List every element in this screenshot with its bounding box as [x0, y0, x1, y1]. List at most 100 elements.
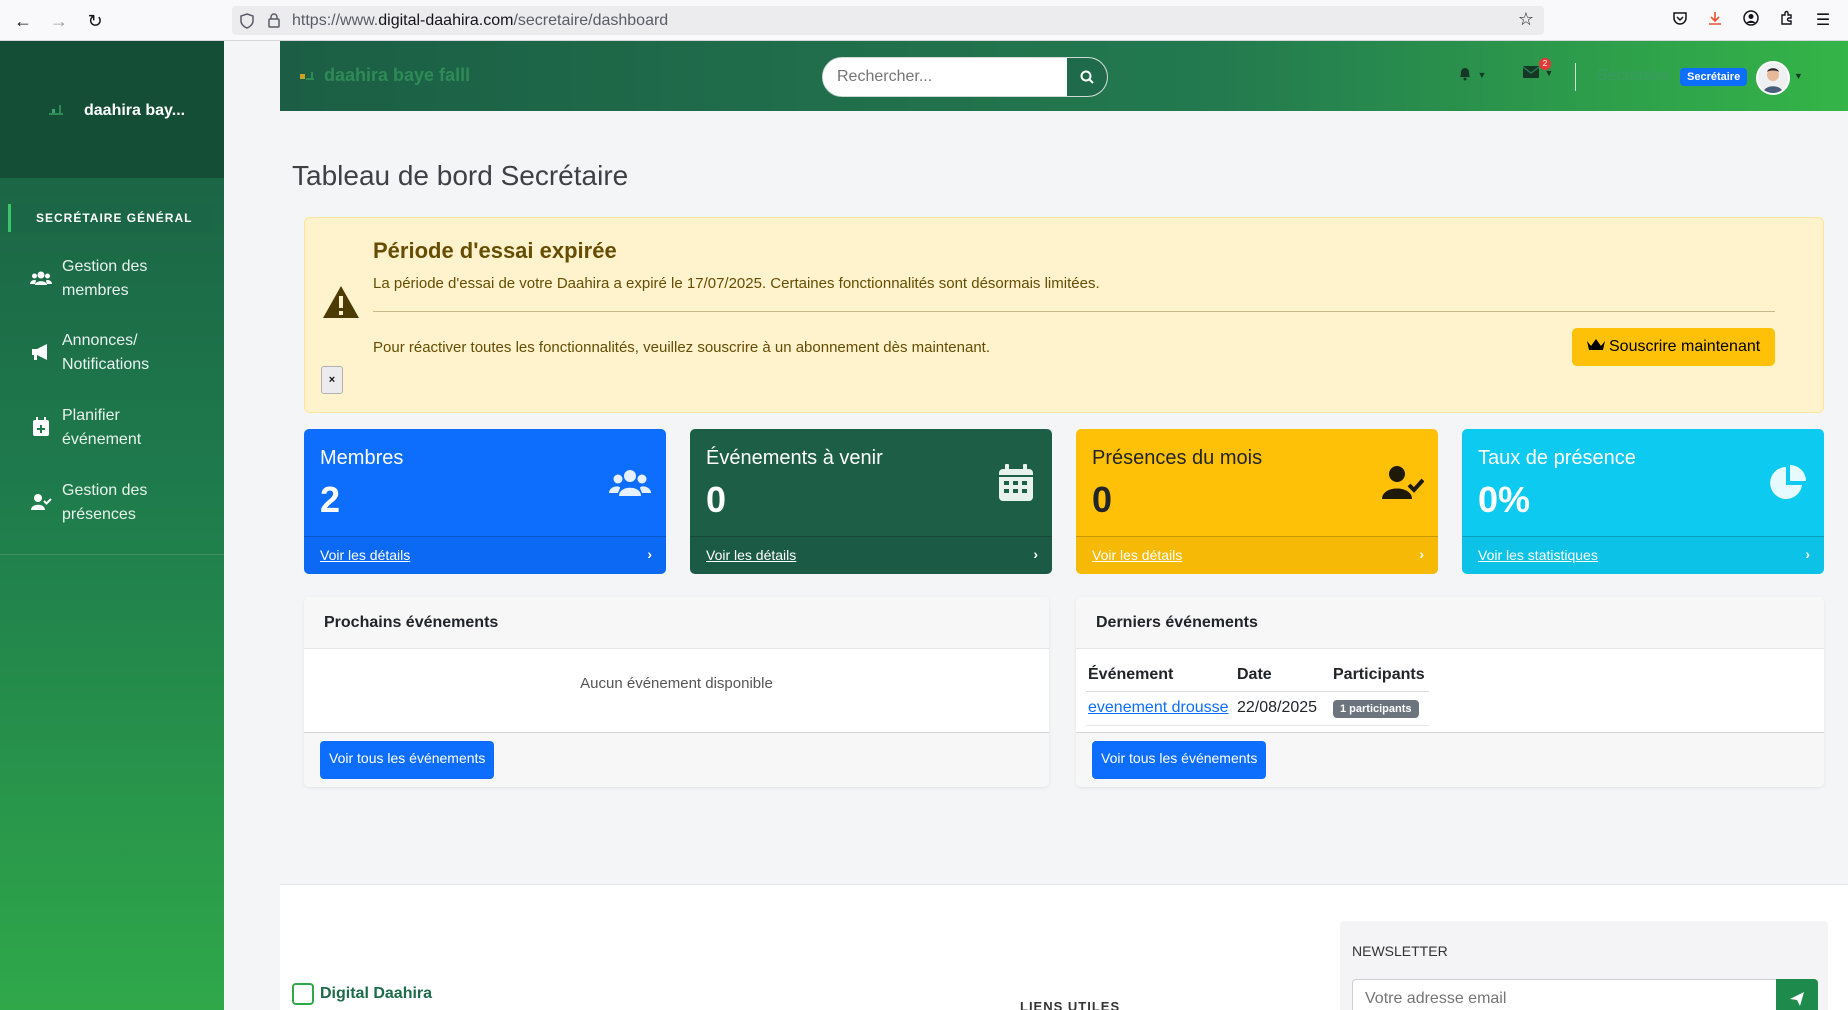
table-row: evenement drousse 22/08/2025 1 participa… [1086, 691, 1429, 726]
messages-button[interactable]: ▼ 2 [1522, 58, 1553, 84]
participants-badge: 1 participants [1333, 699, 1419, 718]
browser-toolbar: ← → ↻ https://www.digital-daahira.com/se… [0, 0, 1848, 41]
card-details-link[interactable]: Voir les détails [706, 547, 796, 563]
card-value: 0 [1092, 479, 1113, 520]
attendance-rate-card: Taux de présence 0% Voir les statistique… [1462, 429, 1824, 574]
logo-icon [292, 983, 314, 1005]
recent-events-table: Événement Date Participants evenement dr… [1086, 659, 1429, 726]
crown-icon [1587, 339, 1605, 350]
caret-down-icon: ▼ [1477, 70, 1487, 80]
logo-icon [300, 72, 314, 80]
header-brand-name: daahira baye falll [324, 65, 471, 85]
bell-icon [1460, 68, 1470, 81]
sidebar-item-members[interactable]: Gestion des membres [0, 253, 224, 303]
newsletter-submit-button[interactable] [1776, 979, 1818, 1010]
upcoming-events-panel: Prochains événements Aucun événement dis… [304, 597, 1049, 787]
sidebar-divider [0, 554, 224, 555]
back-icon[interactable]: ← [12, 10, 34, 32]
paper-plane-icon [1790, 992, 1804, 1006]
column-header: Événement [1086, 659, 1235, 692]
date-cell: 22/08/2025 [1235, 691, 1331, 726]
alert-title: Période d'essai expirée [373, 238, 617, 263]
avatar[interactable] [1756, 61, 1790, 95]
view-all-events-button[interactable]: Voir tous les événements [320, 741, 495, 779]
search-input[interactable] [823, 58, 1067, 96]
card-footer[interactable]: Voir les détails › [690, 536, 1052, 574]
forward-icon[interactable]: → [48, 10, 70, 32]
lock-icon [268, 13, 280, 28]
sidebar-item-label: Gestion des présences [62, 482, 148, 523]
notifications-button[interactable]: ▼ [1457, 65, 1486, 86]
chevron-right-icon: › [1033, 546, 1038, 562]
card-value: 2 [320, 479, 341, 520]
panel-header: Derniers événements [1076, 597, 1824, 649]
header-brand[interactable]: daahira baye falll [300, 65, 470, 86]
alert-close-button[interactable]: × [321, 366, 343, 394]
account-icon[interactable] [1740, 10, 1762, 32]
shield-icon [240, 13, 254, 29]
menu-icon[interactable]: ☰ [1812, 10, 1834, 32]
table-header-row: Événement Date Participants [1086, 659, 1429, 692]
search-button[interactable] [1067, 58, 1107, 96]
card-footer[interactable]: Voir les détails › [1076, 536, 1438, 574]
sidebar-role-label: SECRÉTAIRE GÉNÉRAL [8, 204, 215, 232]
app-header: daahira baye falll ▼ ▼ 2 Secretaire Secr… [280, 41, 1848, 111]
view-all-events-button[interactable]: Voir tous les événements [1092, 741, 1267, 779]
messages-badge: 2 [1539, 58, 1551, 70]
search-box [822, 57, 1108, 97]
panel-title: Derniers événements [1096, 614, 1258, 631]
subscribe-button[interactable]: Souscrire maintenant [1572, 328, 1775, 366]
logo-icon [49, 105, 63, 115]
url-text: https://www.digital-daahira.com/secretai… [292, 12, 669, 29]
user-name: Secretaire [1597, 67, 1670, 84]
pocket-icon[interactable] [1669, 10, 1691, 32]
download-icon[interactable] [1704, 10, 1726, 32]
chevron-right-icon: › [1419, 546, 1424, 562]
sidebar-brand-name: daahira bay... [84, 102, 186, 119]
participants-cell: 1 participants [1331, 691, 1429, 726]
header-divider [1575, 63, 1576, 91]
subscribe-button-label: Souscrire maintenant [1609, 338, 1761, 355]
sidebar: daahira bay... SECRÉTAIRE GÉNÉRAL Gestio… [0, 41, 224, 1010]
card-footer[interactable]: Voir les statistiques › [1462, 536, 1824, 574]
recent-events-panel: Derniers événements Événement Date Parti… [1076, 597, 1824, 787]
footer-brand-name: Digital Daahira [320, 985, 433, 1003]
card-details-link[interactable]: Voir les détails [320, 547, 410, 563]
event-link[interactable]: evenement drousse [1088, 699, 1229, 716]
users-icon [609, 470, 651, 496]
event-cell: evenement drousse [1086, 691, 1235, 726]
alert-divider [373, 311, 1775, 312]
caret-down-icon: ▼ [1794, 71, 1803, 81]
column-header: Participants [1331, 659, 1429, 692]
reload-icon[interactable]: ↻ [84, 10, 106, 32]
chevron-right-icon: › [647, 546, 652, 562]
card-title: Membres [320, 447, 404, 469]
footer-brand[interactable]: Digital Daahira [292, 983, 432, 1005]
extensions-icon[interactable] [1776, 10, 1798, 32]
members-card: Membres 2 Voir les détails › [304, 429, 666, 574]
megaphone-icon [32, 344, 47, 360]
panel-header: Prochains événements [304, 597, 1049, 649]
card-details-link[interactable]: Voir les détails [1092, 547, 1182, 563]
card-footer[interactable]: Voir les détails › [304, 536, 666, 574]
card-stats-link[interactable]: Voir les statistiques [1478, 547, 1598, 563]
alert-message: La période d'essai de votre Daahira a ex… [373, 275, 1100, 292]
page-footer: Digital Daahira LIENS UTILES NEWSLETTER [280, 884, 1848, 1010]
user-check-icon [1382, 466, 1424, 499]
newsletter-email-input[interactable] [1352, 979, 1776, 1010]
sidebar-item-announcements[interactable]: Annonces/ Notifications [0, 327, 224, 377]
card-title: Présences du mois [1092, 447, 1263, 469]
calendar-icon [999, 464, 1033, 501]
column-header: Date [1235, 659, 1331, 692]
sidebar-item-plan-event[interactable]: Planifier événement [0, 402, 224, 452]
sidebar-item-attendance[interactable]: Gestion des présences [0, 477, 224, 527]
alert-message-secondary: Pour réactiver toutes les fonctionnalité… [373, 339, 991, 356]
chevron-right-icon: › [1805, 546, 1810, 562]
newsletter-title: NEWSLETTER [1352, 943, 1448, 959]
panel-footer: Voir tous les événements [1076, 732, 1824, 787]
page-title: Tableau de bord Secrétaire [292, 160, 629, 191]
address-bar[interactable]: https://www.digital-daahira.com/secretai… [232, 6, 1544, 35]
card-value: 0 [706, 479, 727, 520]
bookmark-star-icon[interactable]: ☆ [1518, 9, 1534, 30]
sidebar-brand[interactable]: daahira bay... [0, 41, 224, 178]
